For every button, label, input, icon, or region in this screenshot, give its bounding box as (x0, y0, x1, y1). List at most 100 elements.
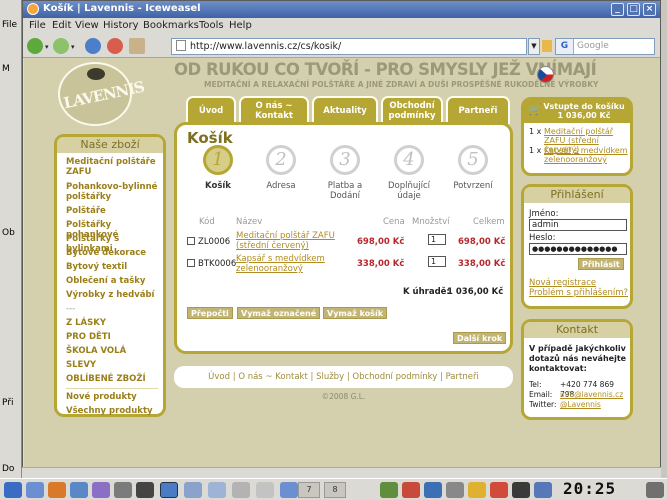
forward-dropdown-icon[interactable]: ▾ (71, 43, 75, 51)
login-button[interactable]: Přihlásit (578, 258, 624, 270)
footer-link-uvod[interactable]: Úvod (208, 372, 230, 382)
delete-marked-button[interactable]: Vymaž označené (237, 307, 321, 319)
delete-cart-button[interactable]: Vymaž košík (323, 307, 388, 319)
menu-view[interactable]: View (75, 20, 99, 31)
task-window-icon[interactable] (160, 482, 178, 498)
menu-history[interactable]: History (103, 20, 139, 31)
tray-icon[interactable] (446, 482, 464, 498)
nav-item[interactable]: Bytové dekorace (66, 248, 162, 258)
tray-icon[interactable] (534, 482, 552, 498)
footer-link-sluzby[interactable]: Služby (316, 372, 344, 382)
kde-menu-icon[interactable] (4, 482, 22, 498)
next-step-button[interactable]: Další krok (453, 332, 507, 344)
pager-desktop[interactable]: 7 (298, 482, 320, 498)
register-link[interactable]: Nová registrace (529, 278, 596, 288)
app-launcher-icon[interactable] (26, 482, 44, 498)
nav-item[interactable]: Výrobky z hedvábí (66, 290, 162, 300)
stop-icon[interactable] (107, 38, 123, 54)
maximize-icon[interactable]: □ (627, 3, 640, 16)
tray-icon[interactable] (424, 482, 442, 498)
mini-cart-item-link[interactable]: Kapsář s medvídkem zelenooranžový (544, 146, 630, 164)
menu-edit[interactable]: Edit (52, 20, 71, 31)
quantity-input[interactable]: 1 (428, 256, 446, 267)
tab-obchodni-podminky[interactable]: Obchodní podmínky (381, 96, 443, 124)
tray-icon[interactable] (380, 482, 398, 498)
search-engine-icon[interactable]: G (556, 39, 574, 54)
footer-link-podminky[interactable]: Obchodní podmínky (352, 372, 437, 382)
username-input[interactable]: admin (529, 219, 627, 231)
tab-partneri[interactable]: Partneři (446, 96, 510, 124)
tab-aktuality[interactable]: Aktuality (312, 96, 378, 124)
footer-link-o-nas[interactable]: O nás ~ Kontakt (238, 372, 307, 382)
task-window-icon[interactable] (208, 482, 226, 498)
address-bar[interactable]: http://www.lavennis.cz/cs/kosik/ (171, 38, 527, 55)
browser-icon (27, 3, 39, 15)
nav-item[interactable]: Meditační polštáře ZAFU (66, 157, 162, 177)
nav-item[interactable]: ŠKOLA VOLÁ (66, 346, 162, 356)
login-problem-link[interactable]: Problém s přihlášením? (529, 288, 628, 298)
nav-item[interactable]: Nové produkty (66, 392, 162, 402)
back-icon[interactable] (27, 38, 43, 54)
column-header-qty: Množství (412, 217, 450, 227)
forward-icon[interactable] (53, 38, 69, 54)
menu-tools[interactable]: Tools (199, 20, 224, 31)
clock[interactable]: 20:25 (563, 479, 616, 498)
go-icon[interactable] (542, 40, 552, 52)
bg-window-text: Do (2, 464, 15, 474)
home-icon[interactable] (129, 38, 145, 54)
page-icon (176, 40, 186, 51)
tray-icon[interactable] (512, 482, 530, 498)
quantity-input[interactable]: 1 (428, 234, 446, 245)
tray-icon[interactable] (402, 482, 420, 498)
site-slogan: OD RUKOU CO TVOŘÍ - PRO SMYSLY JEŽ VNÍMA… (174, 60, 597, 79)
app-launcher-icon[interactable] (92, 482, 110, 498)
nav-item[interactable]: SLEVY (66, 360, 162, 370)
site-logo[interactable]: LAVENNIS (58, 62, 145, 126)
back-dropdown-icon[interactable]: ▾ (45, 43, 49, 51)
czech-flag-icon[interactable] (537, 66, 554, 83)
recalculate-button[interactable]: Přepočti (187, 307, 233, 319)
pager-desktop[interactable]: 8 (324, 482, 346, 498)
row-checkbox[interactable] (187, 237, 195, 245)
task-window-icon[interactable] (280, 482, 298, 498)
app-launcher-icon[interactable] (114, 482, 132, 498)
terminal-icon[interactable] (136, 482, 154, 498)
task-window-icon[interactable] (184, 482, 202, 498)
tray-icon[interactable] (646, 482, 664, 498)
nav-item[interactable]: Oblečení a tašky (66, 276, 162, 286)
nav-item[interactable]: Pohankovo-bylinné polštářky (66, 182, 162, 202)
task-window-icon[interactable] (256, 482, 274, 498)
tray-icon[interactable] (468, 482, 486, 498)
minimize-icon[interactable]: _ (611, 3, 624, 16)
app-launcher-icon[interactable] (70, 482, 88, 498)
nav-item[interactable]: OBLÍBENÉ ZBOŽÍ (66, 374, 162, 384)
password-input[interactable]: ●●●●●●●●●●●●●● (529, 243, 627, 255)
tray-icon[interactable] (490, 482, 508, 498)
close-icon[interactable]: × (643, 3, 656, 16)
reload-icon[interactable] (85, 38, 101, 54)
mini-cart-header[interactable]: 🛒 Vstupte do košíku 1 036,00 Kč (524, 100, 630, 123)
tab-o-nas[interactable]: O nás ~ Kontakt (239, 96, 309, 124)
column-header-name: Název (236, 217, 263, 227)
nav-item[interactable]: Z LÁSKY (66, 318, 162, 328)
row-checkbox[interactable] (187, 259, 195, 267)
email-link[interactable]: info@lavennis.cz (560, 390, 623, 400)
menu-bookmarks[interactable]: Bookmarks (143, 20, 199, 31)
nav-item[interactable]: Všechny produkty (66, 406, 162, 416)
nav-item[interactable]: Polštáře (66, 206, 162, 216)
url-dropdown-icon[interactable]: ▼ (528, 38, 540, 55)
app-launcher-icon[interactable] (48, 482, 66, 498)
footer-link-partneri[interactable]: Partneři (446, 372, 479, 382)
row-product-link[interactable]: Meditační polštář ZAFU (střední červený) (236, 231, 346, 251)
menu-file[interactable]: File (29, 20, 46, 31)
twitter-link[interactable]: @Lavennis (560, 400, 601, 410)
task-window-icon[interactable] (232, 482, 250, 498)
search-input[interactable]: G Google (555, 38, 655, 55)
step-1-icon[interactable]: 1 (203, 145, 233, 175)
tab-uvod[interactable]: Úvod (186, 96, 236, 124)
title-bar[interactable]: Košík | Lavennis - Iceweasel _ □ × (23, 1, 660, 18)
nav-item[interactable]: Bytový textil (66, 262, 162, 272)
nav-item[interactable]: PRO DĚTI (66, 332, 162, 342)
menu-help[interactable]: Help (229, 20, 252, 31)
row-product-link[interactable]: Kapsář s medvídkem zelenooranžový (236, 254, 346, 274)
